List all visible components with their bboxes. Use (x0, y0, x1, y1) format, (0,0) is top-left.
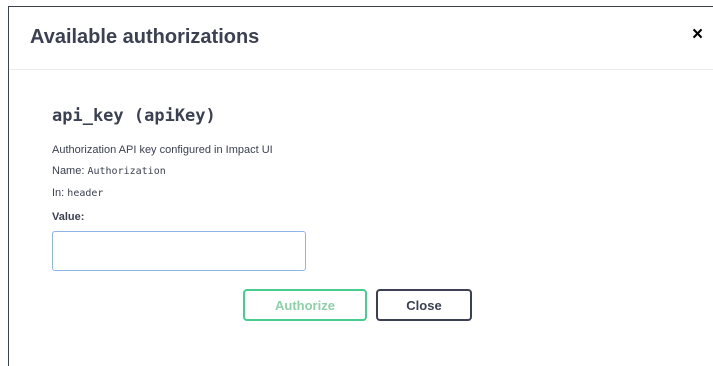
modal-title: Available authorizations (30, 26, 260, 48)
scheme-title: api_key (apiKey) (52, 106, 216, 126)
close-icon[interactable]: × (692, 24, 703, 46)
in-label: In: (52, 187, 65, 199)
in-value: header (67, 188, 104, 199)
name-value: Authorization (87, 166, 166, 177)
scheme-in-row: In: header (52, 187, 103, 199)
modal-header: Available authorizations × (9, 7, 713, 70)
scheme-description: Authorization API key configured in Impa… (52, 144, 273, 156)
value-label: Value: (52, 211, 85, 223)
api-key-input[interactable] (52, 231, 306, 271)
auth-modal: Available authorizations × api_key (apiK… (8, 6, 713, 366)
close-button[interactable]: Close (376, 289, 472, 321)
authorize-button[interactable]: Authorize (243, 289, 367, 321)
name-label: Name: (52, 165, 85, 177)
scheme-name-row: Name: Authorization (52, 165, 166, 177)
